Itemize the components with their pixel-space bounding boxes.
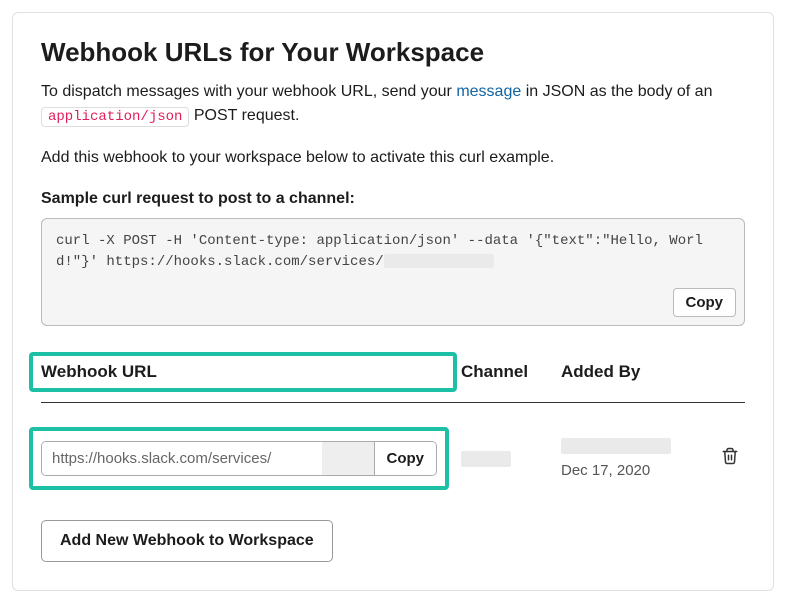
redacted-user [561, 438, 671, 454]
copy-url-button[interactable]: Copy [374, 442, 437, 475]
redacted-channel [461, 451, 511, 467]
added-by-cell: Dec 17, 2020 [561, 438, 715, 479]
content-type-code: application/json [41, 107, 189, 127]
intro-text: To dispatch messages with your webhook U… [41, 80, 745, 128]
added-date: Dec 17, 2020 [561, 462, 715, 479]
curl-sample-code: curl -X POST -H 'Content-type: applicati… [41, 218, 745, 326]
redacted-token [384, 254, 494, 268]
intro-pre: To dispatch messages with your webhook U… [41, 83, 456, 100]
copy-curl-button[interactable]: Copy [673, 288, 737, 317]
webhook-url-group: Copy [41, 441, 437, 476]
page-title: Webhook URLs for Your Workspace [41, 37, 745, 68]
sample-label: Sample curl request to post to a channel… [41, 190, 745, 208]
col-header-added: Added By [561, 362, 715, 382]
activate-note: Add this webhook to your workspace below… [41, 146, 745, 170]
webhook-url-input[interactable] [42, 442, 322, 475]
trash-icon[interactable] [721, 447, 739, 470]
col-header-url: Webhook URL [41, 362, 157, 381]
curl-code-text: curl -X POST -H 'Content-type: applicati… [56, 233, 703, 270]
intro-mid: in JSON as the body of an [521, 83, 712, 100]
highlight-box-row: Copy [29, 427, 449, 490]
message-link[interactable]: message [456, 83, 521, 100]
webhook-table-header: Webhook URL Channel Added By [41, 352, 745, 403]
highlight-box-header: Webhook URL [29, 352, 457, 392]
channel-cell [461, 451, 561, 467]
col-header-channel: Channel [461, 362, 561, 382]
add-webhook-button[interactable]: Add New Webhook to Workspace [41, 520, 333, 562]
redacted-url-part [322, 442, 374, 475]
table-row: Copy Dec 17, 2020 [41, 427, 745, 490]
intro-post: POST request. [189, 107, 299, 124]
webhook-settings-card: Webhook URLs for Your Workspace To dispa… [12, 12, 774, 591]
